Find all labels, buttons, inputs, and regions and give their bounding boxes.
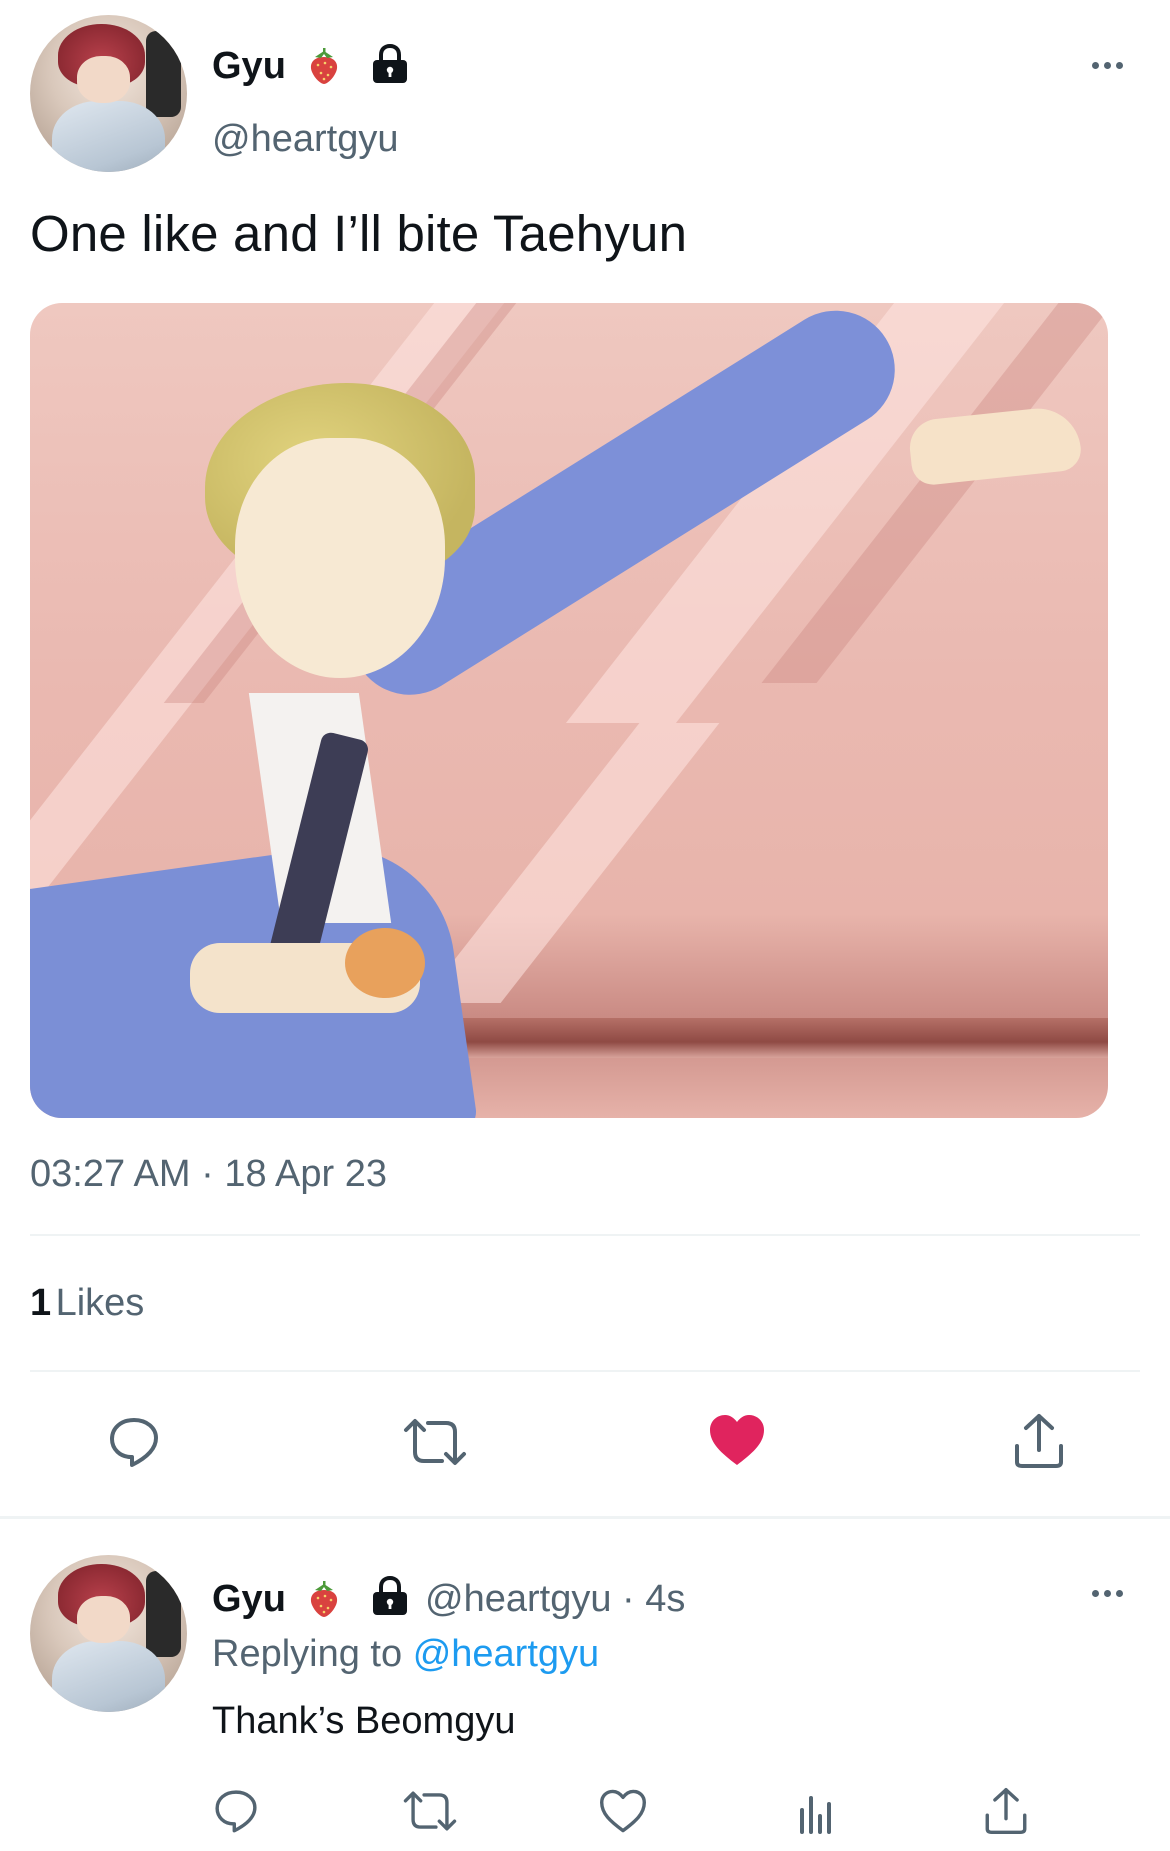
reply-author-display-name[interactable]: Gyu	[212, 1578, 286, 1621]
reply-handle-line: @heartgyu · 4s	[425, 1578, 685, 1621]
divider	[30, 1370, 1140, 1372]
reply-author-handle[interactable]: @heartgyu	[425, 1578, 611, 1620]
tweet-timestamp[interactable]: 03:27 AM · 18 Apr 23	[30, 1153, 387, 1196]
reply-text: Thank’s Beomgyu	[212, 1700, 516, 1742]
author-avatar[interactable]	[30, 15, 187, 172]
reply-reply-icon[interactable]	[212, 1787, 260, 1835]
avatar-background	[146, 30, 181, 118]
avatar-body	[51, 101, 165, 172]
retweet-icon[interactable]	[402, 1416, 468, 1468]
reply-like-icon[interactable]	[598, 1788, 648, 1834]
lock-icon	[373, 1576, 407, 1615]
avatar-face	[77, 55, 131, 103]
bg-railing	[410, 1018, 1108, 1058]
share-icon[interactable]	[1012, 1412, 1066, 1470]
tweet-media-image[interactable]	[30, 303, 1108, 1118]
likes-stat[interactable]: 1 Likes	[30, 1282, 144, 1325]
separator-dot: ·	[622, 1578, 635, 1620]
more-options-icon[interactable]	[1092, 62, 1123, 69]
strawberry-icon	[310, 1581, 338, 1617]
views-icon[interactable]	[796, 1790, 836, 1834]
character-hand	[907, 404, 1083, 487]
author-display-name[interactable]: Gyu	[212, 45, 286, 88]
tweet-text: One like and I’ll bite Taehyun	[30, 205, 688, 262]
reply-retweet-icon[interactable]	[402, 1789, 458, 1833]
bg-stripe	[420, 723, 720, 1003]
replying-to-mention[interactable]: @heartgyu	[413, 1633, 599, 1675]
replying-prefix: Replying to	[212, 1633, 403, 1675]
avatar-body	[51, 1641, 165, 1712]
strawberry-icon	[310, 48, 338, 84]
likes-label: Likes	[55, 1282, 145, 1324]
reply-icon[interactable]	[106, 1414, 162, 1470]
replying-to-line: Replying to @heartgyu	[212, 1633, 599, 1676]
reply-age[interactable]: 4s	[645, 1578, 685, 1620]
section-divider	[0, 1516, 1170, 1519]
character-face	[235, 438, 445, 678]
avatar-background	[146, 1570, 181, 1658]
reply-more-options-icon[interactable]	[1092, 1590, 1123, 1597]
like-icon-filled[interactable]	[708, 1413, 766, 1467]
author-handle[interactable]: @heartgyu	[212, 118, 398, 161]
avatar-face	[77, 1595, 131, 1643]
likes-count: 1	[30, 1282, 52, 1324]
reply-author-avatar[interactable]	[30, 1555, 187, 1712]
character-badge	[345, 928, 425, 998]
lock-icon	[373, 44, 407, 83]
divider	[30, 1234, 1140, 1236]
reply-share-icon[interactable]	[983, 1786, 1029, 1836]
